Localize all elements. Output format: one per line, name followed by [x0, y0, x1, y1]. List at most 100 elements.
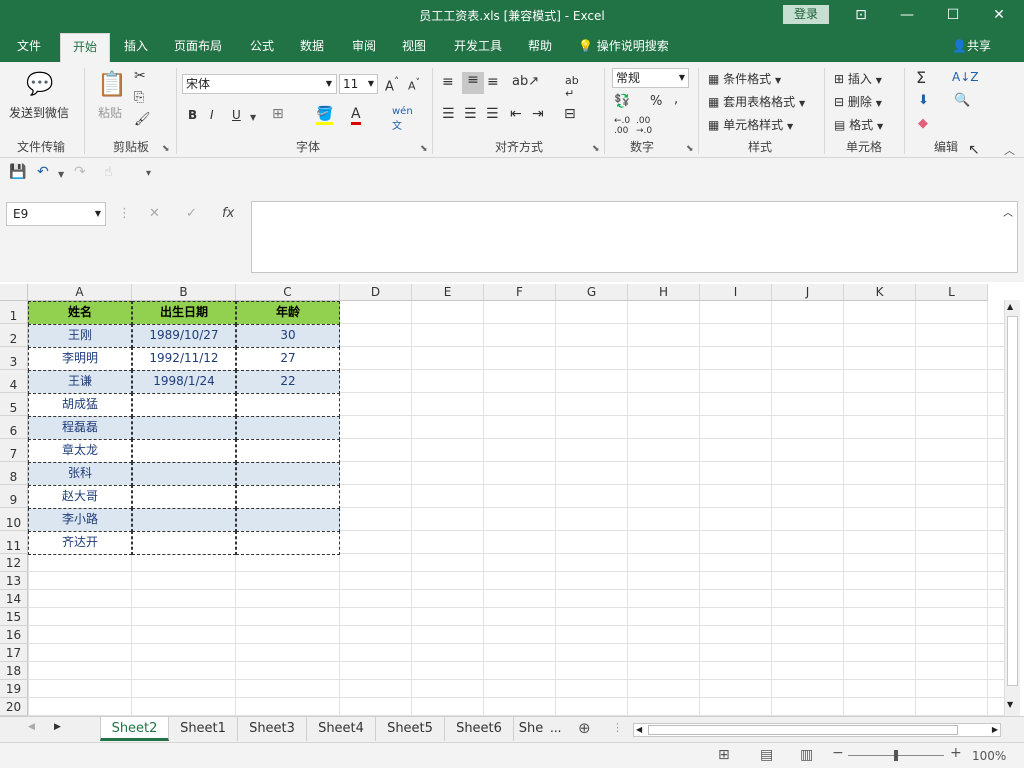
select-all-corner[interactable] [0, 284, 28, 301]
table-cell[interactable]: 张科 [28, 462, 132, 486]
table-cell[interactable]: 30 [236, 324, 340, 348]
formula-input[interactable]: ︿ [251, 201, 1018, 273]
minimize-icon[interactable]: — [896, 4, 918, 26]
find-select-icon[interactable]: 🔍 [954, 93, 970, 108]
sheet-tab-sheet2[interactable]: Sheet2 [100, 717, 169, 741]
row-header-18[interactable]: 18 [0, 662, 28, 680]
cell-style-button[interactable]: ▦ 单元格样式 ▼ [708, 116, 793, 133]
tab-data[interactable]: 数据 [290, 30, 334, 62]
table-cell[interactable]: 赵大哥 [28, 485, 132, 509]
zoom-slider-thumb[interactable] [894, 750, 898, 761]
column-header-a[interactable]: A [28, 284, 132, 301]
autosum-icon[interactable]: Σ [916, 68, 926, 87]
chevron-down-icon[interactable]: ▼ [58, 170, 64, 179]
table-cell[interactable] [132, 508, 236, 532]
close-icon[interactable]: ✕ [988, 4, 1010, 26]
comma-icon[interactable]: , [674, 92, 678, 107]
row-header-7[interactable]: 7 [0, 439, 28, 462]
tell-me-search[interactable]: 💡 操作说明搜索 [578, 30, 669, 62]
orientation-icon[interactable]: ab↗ [512, 74, 539, 89]
font-launcher-icon[interactable]: ⬊ [420, 144, 428, 154]
next-sheet-icon[interactable]: ▶ [54, 722, 61, 732]
font-color-icon[interactable]: A [351, 106, 361, 125]
row-header-9[interactable]: 9 [0, 485, 28, 508]
table-header-cell[interactable]: 年龄 [236, 301, 340, 325]
delete-cells-button[interactable]: ⊟ 删除 ▼ [834, 93, 882, 110]
column-header-l[interactable]: L [916, 284, 988, 301]
table-cell[interactable] [132, 439, 236, 463]
row-header-4[interactable]: 4 [0, 370, 28, 393]
conditional-format-button[interactable]: ▦ 条件格式 ▼ [708, 70, 781, 87]
normal-view-icon[interactable]: ⊞ [718, 747, 730, 763]
row-header-19[interactable]: 19 [0, 680, 28, 698]
sheet-tab-sheet1[interactable]: Sheet1 [169, 717, 238, 741]
splitter-icon[interactable]: ⋮ [612, 721, 623, 734]
decrease-indent-icon[interactable]: ⇤ [510, 106, 522, 122]
table-cell[interactable] [132, 462, 236, 486]
row-header-17[interactable]: 17 [0, 644, 28, 662]
undo-icon[interactable]: ↶ [37, 164, 49, 180]
column-header-i[interactable]: I [700, 284, 772, 301]
scroll-left-icon[interactable]: ◀ [636, 724, 642, 736]
tab-file[interactable]: 文件 [6, 30, 52, 62]
column-header-d[interactable]: D [340, 284, 412, 301]
table-cell[interactable]: 27 [236, 347, 340, 371]
table-cell[interactable]: 1989/10/27 [132, 324, 236, 348]
column-header-j[interactable]: J [772, 284, 844, 301]
row-header-3[interactable]: 3 [0, 347, 28, 370]
table-cell[interactable]: 1998/1/24 [132, 370, 236, 394]
table-cell[interactable]: 李小路 [28, 508, 132, 532]
tab-review[interactable]: 审阅 [342, 30, 386, 62]
expand-formula-icon[interactable]: ︿ [1003, 204, 1013, 219]
copy-icon[interactable]: ⎘ [134, 90, 144, 105]
row-header-1[interactable]: 1 [0, 301, 28, 324]
table-cell[interactable]: 胡成猛 [28, 393, 132, 417]
ribbon-display-icon[interactable]: ⊡ [850, 4, 872, 26]
maximize-icon[interactable]: ☐ [942, 4, 964, 26]
table-cell[interactable] [132, 416, 236, 440]
table-cell[interactable]: 王谦 [28, 370, 132, 394]
row-header-10[interactable]: 10 [0, 508, 28, 531]
table-cell[interactable] [236, 462, 340, 486]
tab-insert[interactable]: 插入 [114, 30, 158, 62]
increase-decimal-icon[interactable]: ←.0.00 [614, 116, 630, 136]
zoom-out-icon[interactable]: − [832, 745, 844, 761]
fill-color-icon[interactable]: 🪣 [316, 106, 334, 125]
cut-icon[interactable]: ✂ [134, 68, 146, 84]
prev-sheet-icon[interactable]: ◀ [28, 722, 35, 732]
column-header-g[interactable]: G [556, 284, 628, 301]
table-cell[interactable] [236, 531, 340, 555]
column-header-k[interactable]: K [844, 284, 916, 301]
column-header-c[interactable]: C [236, 284, 340, 301]
table-cell[interactable] [236, 393, 340, 417]
enter-icon[interactable]: ✓ [186, 206, 197, 221]
clipboard-launcher-icon[interactable]: ⬊ [162, 144, 170, 154]
row-header-16[interactable]: 16 [0, 626, 28, 644]
align-bottom-icon[interactable]: ≡ [487, 74, 499, 90]
font-size-select[interactable]: 11 ▼ [339, 74, 378, 94]
percent-icon[interactable]: % [650, 94, 662, 109]
row-header-5[interactable]: 5 [0, 393, 28, 416]
send-wechat-button[interactable]: 发送到微信 [9, 104, 69, 121]
column-header-e[interactable]: E [412, 284, 484, 301]
table-cell[interactable]: 章太龙 [28, 439, 132, 463]
table-cell[interactable] [132, 393, 236, 417]
tab-view[interactable]: 视图 [392, 30, 436, 62]
tab-formulas[interactable]: 公式 [240, 30, 284, 62]
save-icon[interactable]: 💾 [9, 164, 26, 180]
worksheet-grid[interactable]: A B C D E F G H I J K L 1 2 3 4 5 6 7 8 9 10 11 12 13 14 15 16 17 18 1… [0, 284, 1004, 716]
share-button[interactable]: 👤共享 [952, 30, 991, 62]
row-header-15[interactable]: 15 [0, 608, 28, 626]
increase-font-icon[interactable]: A˄ [385, 75, 399, 94]
column-header-b[interactable]: B [132, 284, 236, 301]
border-icon[interactable]: ⊞ [272, 106, 284, 122]
number-launcher-icon[interactable]: ⬊ [686, 144, 694, 154]
phonetic-icon[interactable]: wén 文 [392, 106, 413, 132]
table-cell[interactable] [132, 531, 236, 555]
page-break-view-icon[interactable]: ▥ [800, 747, 813, 763]
table-cell[interactable] [236, 508, 340, 532]
align-right-icon[interactable]: ☰ [486, 106, 499, 122]
table-cell[interactable]: 程磊磊 [28, 416, 132, 440]
row-header-11[interactable]: 11 [0, 531, 28, 554]
align-left-icon[interactable]: ☰ [442, 106, 455, 122]
